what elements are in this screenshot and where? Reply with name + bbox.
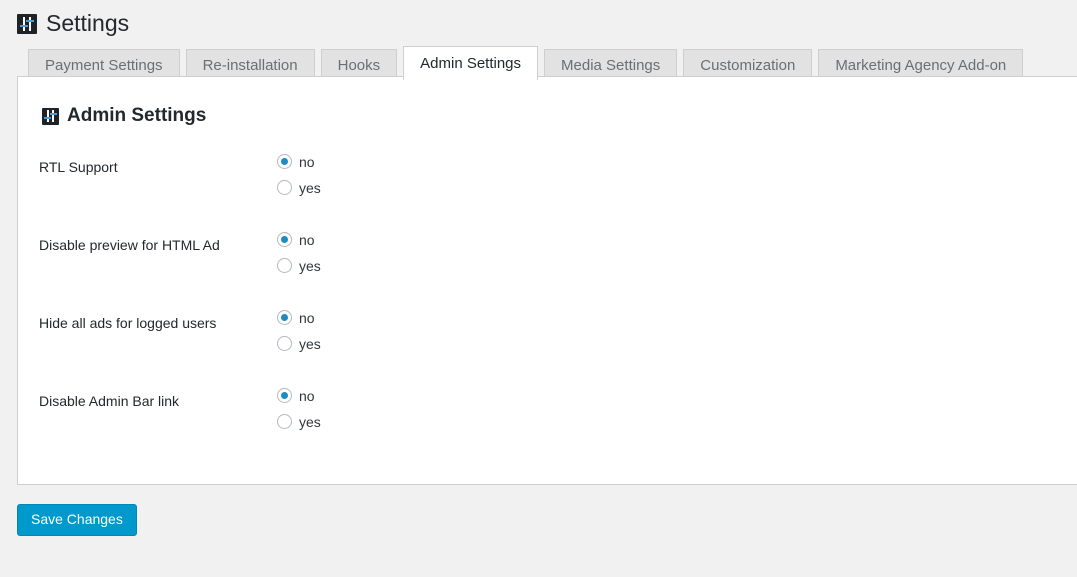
sliders-icon	[42, 107, 59, 125]
setting-label: Disable preview for HTML Ad	[39, 237, 220, 253]
setting-row-disable-preview-for-html-ad: Disable preview for HTML Ad no yes	[39, 231, 1077, 309]
sliders-icon	[17, 14, 37, 34]
setting-label: Disable Admin Bar link	[39, 393, 180, 409]
radio-label: yes	[299, 413, 321, 430]
save-changes-button[interactable]: Save Changes	[17, 504, 137, 536]
radio-label: no	[299, 387, 315, 404]
radio-label: no	[299, 231, 315, 248]
radio-button[interactable]	[277, 336, 292, 351]
tab-strip: Payment Settings Re-installation Hooks Admi…	[0, 45, 1077, 80]
radio-label: yes	[299, 257, 321, 274]
settings-form: RTL Support no yes Disable preview for H…	[18, 153, 1077, 465]
radio-button[interactable]	[277, 154, 292, 169]
radio-button[interactable]	[277, 414, 292, 429]
radio-group: no yes	[277, 309, 321, 351]
radio-button[interactable]	[277, 258, 292, 273]
setting-row-disable-admin-bar-link: Disable Admin Bar link no yes	[39, 387, 1077, 465]
radio-option-yes[interactable]: yes	[277, 336, 321, 351]
page-header: Settings	[0, 0, 1077, 36]
radio-option-yes[interactable]: yes	[277, 414, 321, 429]
radio-option-no[interactable]: no	[277, 232, 321, 247]
radio-option-no[interactable]: no	[277, 154, 321, 169]
radio-button[interactable]	[277, 180, 292, 195]
setting-row-rtl-support: RTL Support no yes	[39, 153, 1077, 231]
radio-button[interactable]	[277, 310, 292, 325]
settings-panel: Admin Settings RTL Support no yes Disabl…	[17, 76, 1077, 485]
radio-button[interactable]	[277, 232, 292, 247]
panel-heading: Admin Settings	[18, 77, 1077, 127]
radio-group: no yes	[277, 153, 321, 195]
radio-group: no yes	[277, 231, 321, 273]
setting-label: RTL Support	[39, 159, 118, 175]
radio-label: no	[299, 153, 315, 170]
radio-group: no yes	[277, 387, 321, 429]
radio-option-no[interactable]: no	[277, 310, 321, 325]
radio-label: yes	[299, 179, 321, 196]
setting-label: Hide all ads for logged users	[39, 315, 217, 331]
page-title: Settings	[46, 10, 130, 37]
radio-option-yes[interactable]: yes	[277, 180, 321, 195]
tab-admin-settings[interactable]: Admin Settings	[403, 46, 539, 80]
radio-option-no[interactable]: no	[277, 388, 321, 403]
setting-row-hide-all-ads-for-logged-users: Hide all ads for logged users no yes	[39, 309, 1077, 387]
panel-title: Admin Settings	[67, 105, 207, 126]
radio-button[interactable]	[277, 388, 292, 403]
radio-option-yes[interactable]: yes	[277, 258, 321, 273]
radio-label: yes	[299, 335, 321, 352]
form-footer: Save Changes	[0, 485, 1077, 536]
radio-label: no	[299, 309, 315, 326]
